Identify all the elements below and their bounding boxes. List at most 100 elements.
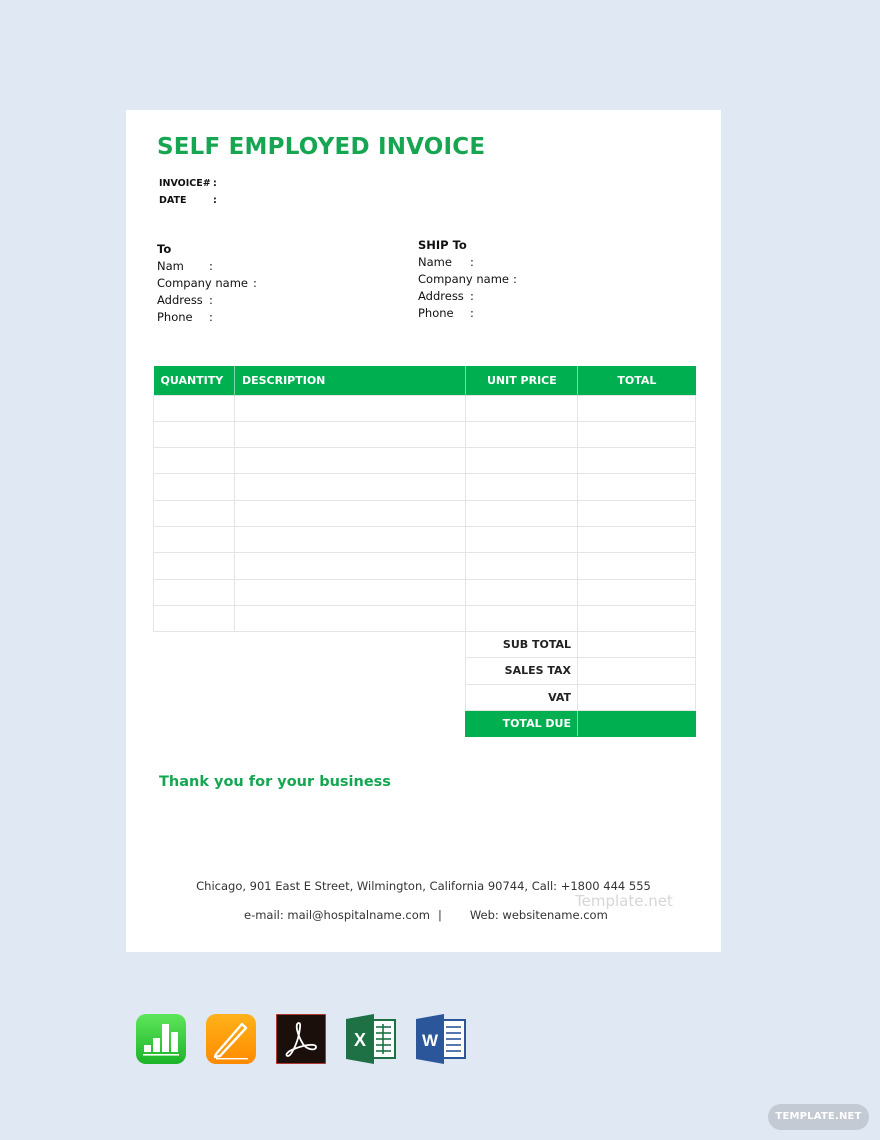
description-cell[interactable] xyxy=(233,578,467,606)
header-total: TOTAL xyxy=(577,366,696,395)
field-label: Phone xyxy=(157,310,193,324)
invoice-title: SELF EMPLOYED INVOICE xyxy=(157,134,486,160)
date-label: DATE xyxy=(159,195,187,206)
bill-to-block: To Nam : Company name : Address : Phone … xyxy=(157,242,257,327)
template-net-badge[interactable]: TEMPLATE.NET xyxy=(768,1104,869,1130)
invoice-meta: INVOICE# : DATE : xyxy=(159,178,217,212)
total-due-row: TOTAL DUE xyxy=(465,709,696,738)
quantity-cell[interactable] xyxy=(153,473,235,501)
pages-app-icon[interactable] xyxy=(206,1014,256,1064)
total-due-label: TOTAL DUE xyxy=(465,709,578,738)
vat-row: VAT xyxy=(465,683,696,711)
quantity-cell[interactable] xyxy=(153,420,235,449)
bill-to-heading: To xyxy=(157,242,172,256)
numbers-app-icon[interactable] xyxy=(136,1014,186,1064)
quantity-cell[interactable] xyxy=(153,447,235,475)
total-cell[interactable] xyxy=(577,525,696,554)
quantity-cell[interactable] xyxy=(153,604,235,633)
quantity-cell[interactable] xyxy=(153,525,235,554)
description-cell[interactable] xyxy=(233,552,467,580)
total-cell[interactable] xyxy=(577,394,696,422)
invoice-number-label: INVOICE# xyxy=(159,178,211,189)
description-cell[interactable] xyxy=(233,473,467,501)
footer-email: e-mail: mail@hospitalname.com xyxy=(244,908,430,922)
excel-icon[interactable]: X xyxy=(346,1014,396,1064)
vat-label: VAT xyxy=(465,683,578,711)
field-sep: : xyxy=(470,255,474,269)
unit-price-cell[interactable] xyxy=(465,525,579,554)
totals-table: SUB TOTAL SALES TAX VAT TOTAL DUE xyxy=(465,630,696,738)
ship-to-name-field: Name : xyxy=(418,255,517,272)
description-cell[interactable] xyxy=(233,525,467,554)
total-cell[interactable] xyxy=(577,420,696,449)
subtotal-row: SUB TOTAL xyxy=(465,630,696,659)
footer-address: Chicago, 901 East E Street, Wilmington, … xyxy=(196,879,651,893)
description-cell[interactable] xyxy=(233,604,467,633)
date-field: DATE : xyxy=(159,195,217,212)
footer-separator: | xyxy=(437,908,442,922)
ship-to-block: SHIP To Name : Company name : Address : … xyxy=(418,238,517,323)
header-description: DESCRIPTION xyxy=(234,366,467,395)
table-row xyxy=(153,499,696,527)
table-row xyxy=(153,578,696,606)
unit-price-cell[interactable] xyxy=(465,499,579,527)
table-row xyxy=(153,447,696,475)
unit-price-cell[interactable] xyxy=(465,447,579,475)
svg-text:W: W xyxy=(422,1031,439,1050)
quantity-cell[interactable] xyxy=(153,578,235,606)
table-row xyxy=(153,552,696,580)
table-row xyxy=(153,473,696,501)
ship-to-phone-field: Phone : xyxy=(418,306,517,323)
total-cell[interactable] xyxy=(577,447,696,475)
sales-tax-row: SALES TAX xyxy=(465,657,696,685)
invoice-number-field: INVOICE# : xyxy=(159,178,217,195)
unit-price-cell[interactable] xyxy=(465,420,579,449)
total-due-value[interactable] xyxy=(577,709,696,738)
quantity-cell[interactable] xyxy=(153,552,235,580)
description-cell[interactable] xyxy=(233,420,467,449)
total-cell[interactable] xyxy=(577,578,696,606)
table-row xyxy=(153,420,696,449)
unit-price-cell[interactable] xyxy=(465,604,579,633)
quantity-cell[interactable] xyxy=(153,499,235,527)
unit-price-cell[interactable] xyxy=(465,552,579,580)
field-label: Nam xyxy=(157,259,184,273)
footer-web: Web: websitename.com xyxy=(469,908,608,922)
ship-to-company-field: Company name : xyxy=(418,272,517,289)
quantity-cell[interactable] xyxy=(153,394,235,422)
field-label: Phone xyxy=(418,306,454,320)
line-items-table: QUANTITY DESCRIPTION UNIT PRICE TOTAL xyxy=(153,366,696,633)
field-sep: : xyxy=(209,310,213,324)
description-cell[interactable] xyxy=(233,447,467,475)
unit-price-cell[interactable] xyxy=(465,473,579,501)
description-cell[interactable] xyxy=(233,394,467,422)
total-cell[interactable] xyxy=(577,604,696,633)
unit-price-cell[interactable] xyxy=(465,394,579,422)
vat-value[interactable] xyxy=(577,683,696,711)
field-sep: : xyxy=(470,306,474,320)
total-cell[interactable] xyxy=(577,552,696,580)
footer-contact: e-mail: mail@hospitalname.com | Web: web… xyxy=(244,908,608,922)
field-label: Name xyxy=(418,255,452,269)
total-cell[interactable] xyxy=(577,473,696,501)
bill-to-address-field: Address : xyxy=(157,293,257,310)
ship-to-heading: SHIP To xyxy=(418,238,467,252)
word-icon[interactable]: W xyxy=(416,1014,466,1064)
app-format-icons: X W xyxy=(136,1014,466,1064)
thank-you-message: Thank you for your business xyxy=(159,774,391,790)
table-row xyxy=(153,604,696,633)
bill-to-phone-field: Phone : xyxy=(157,310,257,327)
invoice-page: SELF EMPLOYED INVOICE INVOICE# : DATE : … xyxy=(126,110,721,952)
bill-to-company-field: Company name : xyxy=(157,276,257,293)
description-cell[interactable] xyxy=(233,499,467,527)
subtotal-label: SUB TOTAL xyxy=(465,630,578,659)
subtotal-value[interactable] xyxy=(577,630,696,659)
svg-text:X: X xyxy=(354,1030,366,1050)
field-sep: : xyxy=(470,289,474,303)
unit-price-cell[interactable] xyxy=(465,578,579,606)
bill-to-name-field: Nam : xyxy=(157,259,257,276)
total-cell[interactable] xyxy=(577,499,696,527)
sales-tax-value[interactable] xyxy=(577,657,696,685)
field-label: Address xyxy=(418,289,464,303)
acrobat-pdf-icon[interactable] xyxy=(276,1014,326,1064)
